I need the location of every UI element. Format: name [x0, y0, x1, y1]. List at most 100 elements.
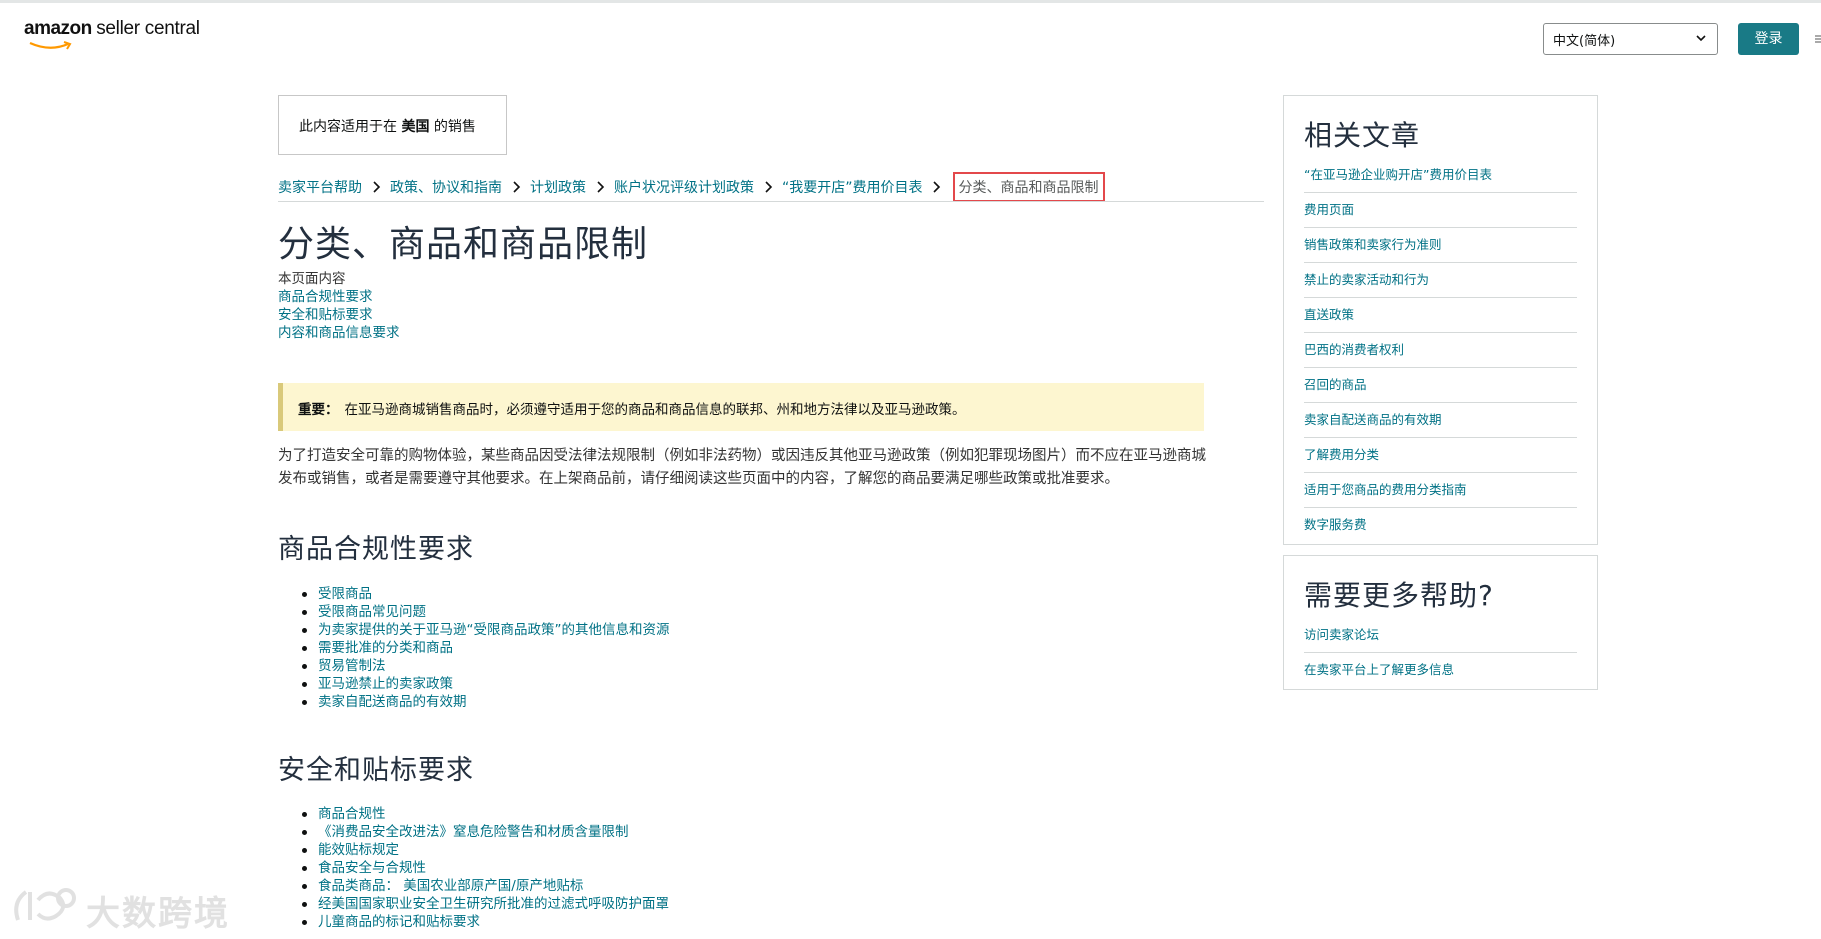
- logo-word-seller-central: seller central: [96, 18, 200, 39]
- breadcrumb-program-policies[interactable]: 计划政策: [530, 177, 586, 197]
- related-item: 召回的商品: [1304, 368, 1577, 403]
- list-item: 受限商品常见问题: [300, 603, 670, 621]
- list-item: 亚马逊禁止的卖家政策: [300, 675, 670, 693]
- related-item: 数字服务费: [1304, 508, 1577, 543]
- top-border: [0, 0, 1821, 3]
- amazon-seller-central-logo[interactable]: amazon seller central: [24, 18, 200, 50]
- breadcrumb-seller-help[interactable]: 卖家平台帮助: [278, 177, 362, 197]
- scope-suffix: 的销售: [433, 119, 476, 135]
- login-button[interactable]: 登录: [1738, 23, 1799, 55]
- list-item: 食品安全与合规性: [300, 859, 669, 877]
- breadcrumb-account-health[interactable]: 账户状况评级计划政策: [614, 177, 754, 197]
- list-item: 卖家自配送商品的有效期: [300, 693, 670, 711]
- link-restricted-faq[interactable]: 受限商品常见问题: [318, 604, 426, 620]
- chevron-right-icon: [502, 179, 530, 195]
- related-link[interactable]: 费用页面: [1304, 202, 1354, 217]
- list-item: 为卖家提供的关于亚马逊“受限商品政策”的其他信息和资源: [300, 621, 670, 639]
- chevron-right-icon: [923, 179, 951, 195]
- amazon-smile-icon: [29, 41, 72, 50]
- related-item: 了解费用分类: [1304, 438, 1577, 473]
- menu-icon[interactable]: [1815, 34, 1821, 44]
- marketplace-scope-notice: 此内容适用于在 美国 的销售: [278, 95, 507, 155]
- related-item: 巴西的消费者权利: [1304, 333, 1577, 368]
- related-link[interactable]: 适用于您商品的费用分类指南: [1304, 482, 1467, 497]
- related-link[interactable]: 销售政策和卖家行为准则: [1304, 237, 1442, 252]
- link-seller-forums[interactable]: 访问卖家论坛: [1304, 627, 1379, 642]
- link-usda-labeling[interactable]: 食品类商品： 美国农业部原产国/原产地贴标: [318, 878, 583, 894]
- list-item: 经美国国家职业安全卫生研究所批准的过滤式呼吸防护面罩: [300, 895, 669, 913]
- scope-prefix: 此内容适用于在: [299, 119, 397, 135]
- link-trade-control[interactable]: 贸易管制法: [318, 658, 386, 674]
- breadcrumb-current: 分类、商品和商品限制: [952, 172, 1105, 202]
- breadcrumb-policies[interactable]: 政策、协议和指南: [390, 177, 502, 197]
- related-item: “在亚马逊企业购开店”费用价目表: [1304, 158, 1577, 193]
- watermark-text: 大数跨境: [86, 894, 230, 934]
- related-link[interactable]: 召回的商品: [1304, 377, 1367, 392]
- alert-text: 在亚马逊商城销售商品时，必须遵守适用于您的商品和商品信息的联邦、州和地方法律以及…: [344, 402, 966, 418]
- link-restricted-resources[interactable]: 为卖家提供的关于亚马逊“受限商品政策”的其他信息和资源: [318, 622, 670, 638]
- help-item: 在卖家平台上了解更多信息: [1304, 653, 1577, 688]
- related-link[interactable]: 数字服务费: [1304, 517, 1367, 532]
- list-item: 食品类商品： 美国农业部原产国/原产地贴标: [300, 877, 669, 895]
- section-heading-product-compliance: 商品合规性要求: [278, 534, 474, 565]
- link-approval-categories[interactable]: 需要批准的分类和商品: [318, 640, 453, 656]
- link-food-safety[interactable]: 食品安全与合规性: [318, 860, 426, 876]
- logo-word-amazon: amazon: [24, 18, 92, 39]
- toc-link-safety-labeling[interactable]: 安全和贴标要求: [278, 307, 373, 323]
- chevron-right-icon: [754, 179, 782, 195]
- list-item: 儿童商品的标记和贴标要求: [300, 913, 669, 931]
- related-link[interactable]: 巴西的消费者权利: [1304, 342, 1404, 357]
- toc-link-product-compliance[interactable]: 商品合规性要求: [278, 289, 373, 305]
- link-prohibited-seller-policy[interactable]: 亚马逊禁止的卖家政策: [318, 676, 453, 692]
- link-cpsia-warnings[interactable]: 《消费品安全改进法》窒息危险警告和材质含量限制: [318, 824, 629, 840]
- toc-label: 本页面内容: [278, 271, 346, 287]
- list-item: 受限商品: [300, 585, 670, 603]
- language-select[interactable]: 中文(简体): [1543, 23, 1718, 55]
- more-help-heading: 需要更多帮助?: [1304, 579, 1494, 612]
- safety-labeling-list: 商品合规性 《消费品安全改进法》窒息危险警告和材质含量限制 能效贴标规定 食品安…: [300, 805, 669, 931]
- link-fbm-expiration[interactable]: 卖家自配送商品的有效期: [318, 694, 467, 710]
- scope-country: 美国: [401, 119, 430, 135]
- divider: [278, 201, 1264, 202]
- list-item: 商品合规性: [300, 805, 669, 823]
- list-item: 能效贴标规定: [300, 841, 669, 859]
- link-niosh-respirators[interactable]: 经美国国家职业安全卫生研究所批准的过滤式呼吸防护面罩: [318, 896, 669, 912]
- link-restricted-products[interactable]: 受限商品: [318, 586, 372, 602]
- related-item: 适用于您商品的费用分类指南: [1304, 473, 1577, 508]
- related-link[interactable]: 了解费用分类: [1304, 447, 1379, 462]
- watermark-icon: [14, 888, 76, 921]
- related-item: 卖家自配送商品的有效期: [1304, 403, 1577, 438]
- related-item: 费用页面: [1304, 193, 1577, 228]
- link-product-compliance[interactable]: 商品合规性: [318, 806, 386, 822]
- link-energy-labeling[interactable]: 能效贴标规定: [318, 842, 399, 858]
- breadcrumb-fee-schedule[interactable]: “我要开店”费用价目表: [782, 177, 923, 197]
- toc-link-content-listing[interactable]: 内容和商品信息要求: [278, 325, 400, 341]
- more-help-panel: 需要更多帮助? 访问卖家论坛 在卖家平台上了解更多信息: [1283, 555, 1598, 690]
- related-articles-panel: 相关文章 “在亚马逊企业购开店”费用价目表 费用页面 销售政策和卖家行为准则 禁…: [1283, 95, 1598, 545]
- intro-paragraph: 为了打造安全可靠的购物体验，某些商品因受法律法规限制（例如非法药物）或因违反其他…: [278, 448, 1206, 487]
- related-link[interactable]: 直送政策: [1304, 307, 1354, 322]
- related-link[interactable]: 卖家自配送商品的有效期: [1304, 412, 1442, 427]
- related-link[interactable]: “在亚马逊企业购开店”费用价目表: [1304, 167, 1492, 182]
- watermark-logo: 大数跨境: [8, 880, 248, 934]
- related-link[interactable]: 禁止的卖家活动和行为: [1304, 272, 1429, 287]
- link-learn-more[interactable]: 在卖家平台上了解更多信息: [1304, 662, 1454, 677]
- language-selected-value: 中文(简体): [1553, 34, 1616, 49]
- product-compliance-list: 受限商品 受限商品常见问题 为卖家提供的关于亚马逊“受限商品政策”的其他信息和资…: [300, 585, 670, 711]
- alert-label: 重要：: [298, 402, 339, 418]
- list-item: 贸易管制法: [300, 657, 670, 675]
- chevron-down-icon: [1696, 35, 1706, 42]
- list-item: 需要批准的分类和商品: [300, 639, 670, 657]
- section-heading-safety-labeling: 安全和贴标要求: [278, 755, 474, 786]
- help-item: 访问卖家论坛: [1304, 618, 1577, 653]
- list-item: 《消费品安全改进法》窒息危险警告和材质含量限制: [300, 823, 669, 841]
- related-item: 直送政策: [1304, 298, 1577, 333]
- related-item: 禁止的卖家活动和行为: [1304, 263, 1577, 298]
- link-children-labeling[interactable]: 儿童商品的标记和贴标要求: [318, 914, 480, 930]
- page-title: 分类、商品和商品限制: [278, 224, 649, 265]
- table-of-contents: 本页面内容 商品合规性要求 安全和贴标要求 内容和商品信息要求: [278, 270, 400, 342]
- related-articles-heading: 相关文章: [1304, 119, 1421, 152]
- chevron-right-icon: [362, 179, 390, 195]
- breadcrumb: 卖家平台帮助 政策、协议和指南 计划政策 账户状况评级计划政策 “我要开店”费用…: [278, 172, 1105, 202]
- important-alert: 重要： 在亚马逊商城销售商品时，必须遵守适用于您的商品和商品信息的联邦、州和地方法…: [278, 383, 1204, 431]
